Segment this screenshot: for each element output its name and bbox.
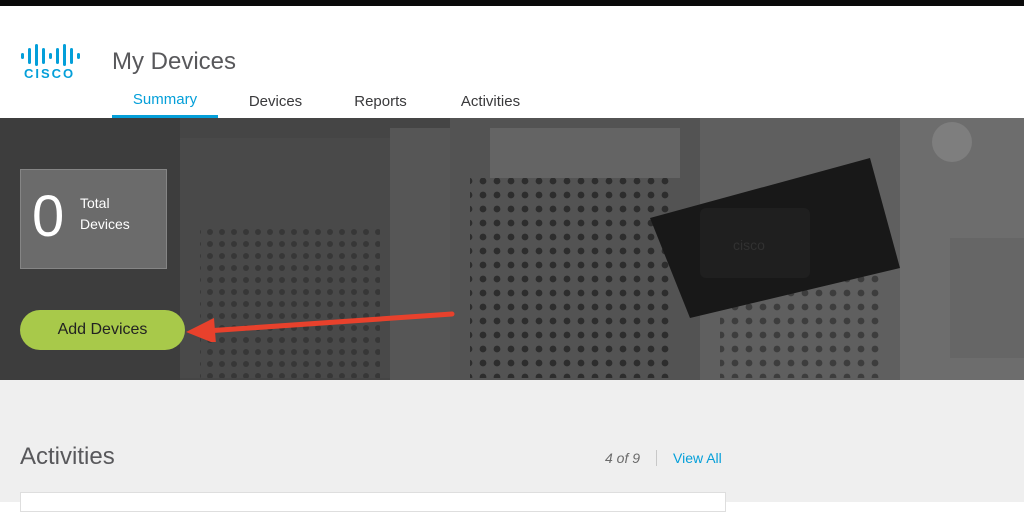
total-devices-count: 0 xyxy=(32,184,65,249)
total-devices-card: 0 Total Devices xyxy=(20,169,167,269)
app-header: CISCO My Devices Summary Devices Reports… xyxy=(0,6,1024,118)
cisco-bars-icon xyxy=(21,44,80,66)
tab-devices[interactable]: Devices xyxy=(218,84,333,118)
page-title: My Devices xyxy=(112,48,237,75)
tab-activities[interactable]: Activities xyxy=(428,84,553,118)
activities-section: Activities 4 of 9 View All xyxy=(0,380,1024,512)
total-devices-label: Total Devices xyxy=(80,195,130,232)
tab-reports[interactable]: Reports xyxy=(333,84,428,118)
activities-pager: 4 of 9 xyxy=(605,450,641,466)
tab-summary[interactable]: Summary xyxy=(112,84,218,118)
add-devices-button[interactable]: Add Devices xyxy=(20,310,185,350)
activities-title: Activities xyxy=(20,443,115,470)
cisco-logo[interactable]: CISCO xyxy=(20,44,82,86)
hero-banner: cisco 0 Total Devices Add Devices xyxy=(0,118,1024,380)
red-arrow-icon xyxy=(186,311,455,342)
pager-divider xyxy=(656,450,657,466)
logo-wordmark: CISCO xyxy=(24,66,76,81)
activities-list-card xyxy=(20,492,726,512)
tab-bar: Summary Devices Reports Activities xyxy=(112,84,553,118)
view-all-link[interactable]: View All xyxy=(673,450,722,466)
